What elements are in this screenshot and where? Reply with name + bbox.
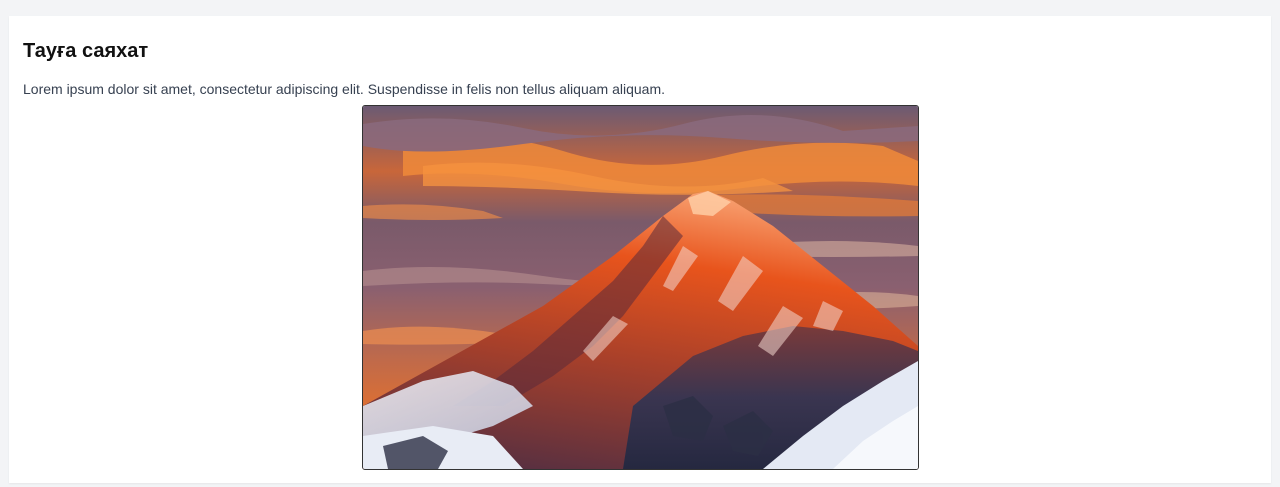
card-description: Lorem ipsum dolor sit amet, consectetur … bbox=[23, 81, 665, 97]
card-title: Тауға саяхат bbox=[23, 40, 149, 62]
content-card: Тауға саяхат Lorem ipsum dolor sit amet,… bbox=[9, 16, 1271, 483]
mountain-image bbox=[362, 105, 919, 470]
mountain-sunset-illustration bbox=[363, 106, 918, 469]
